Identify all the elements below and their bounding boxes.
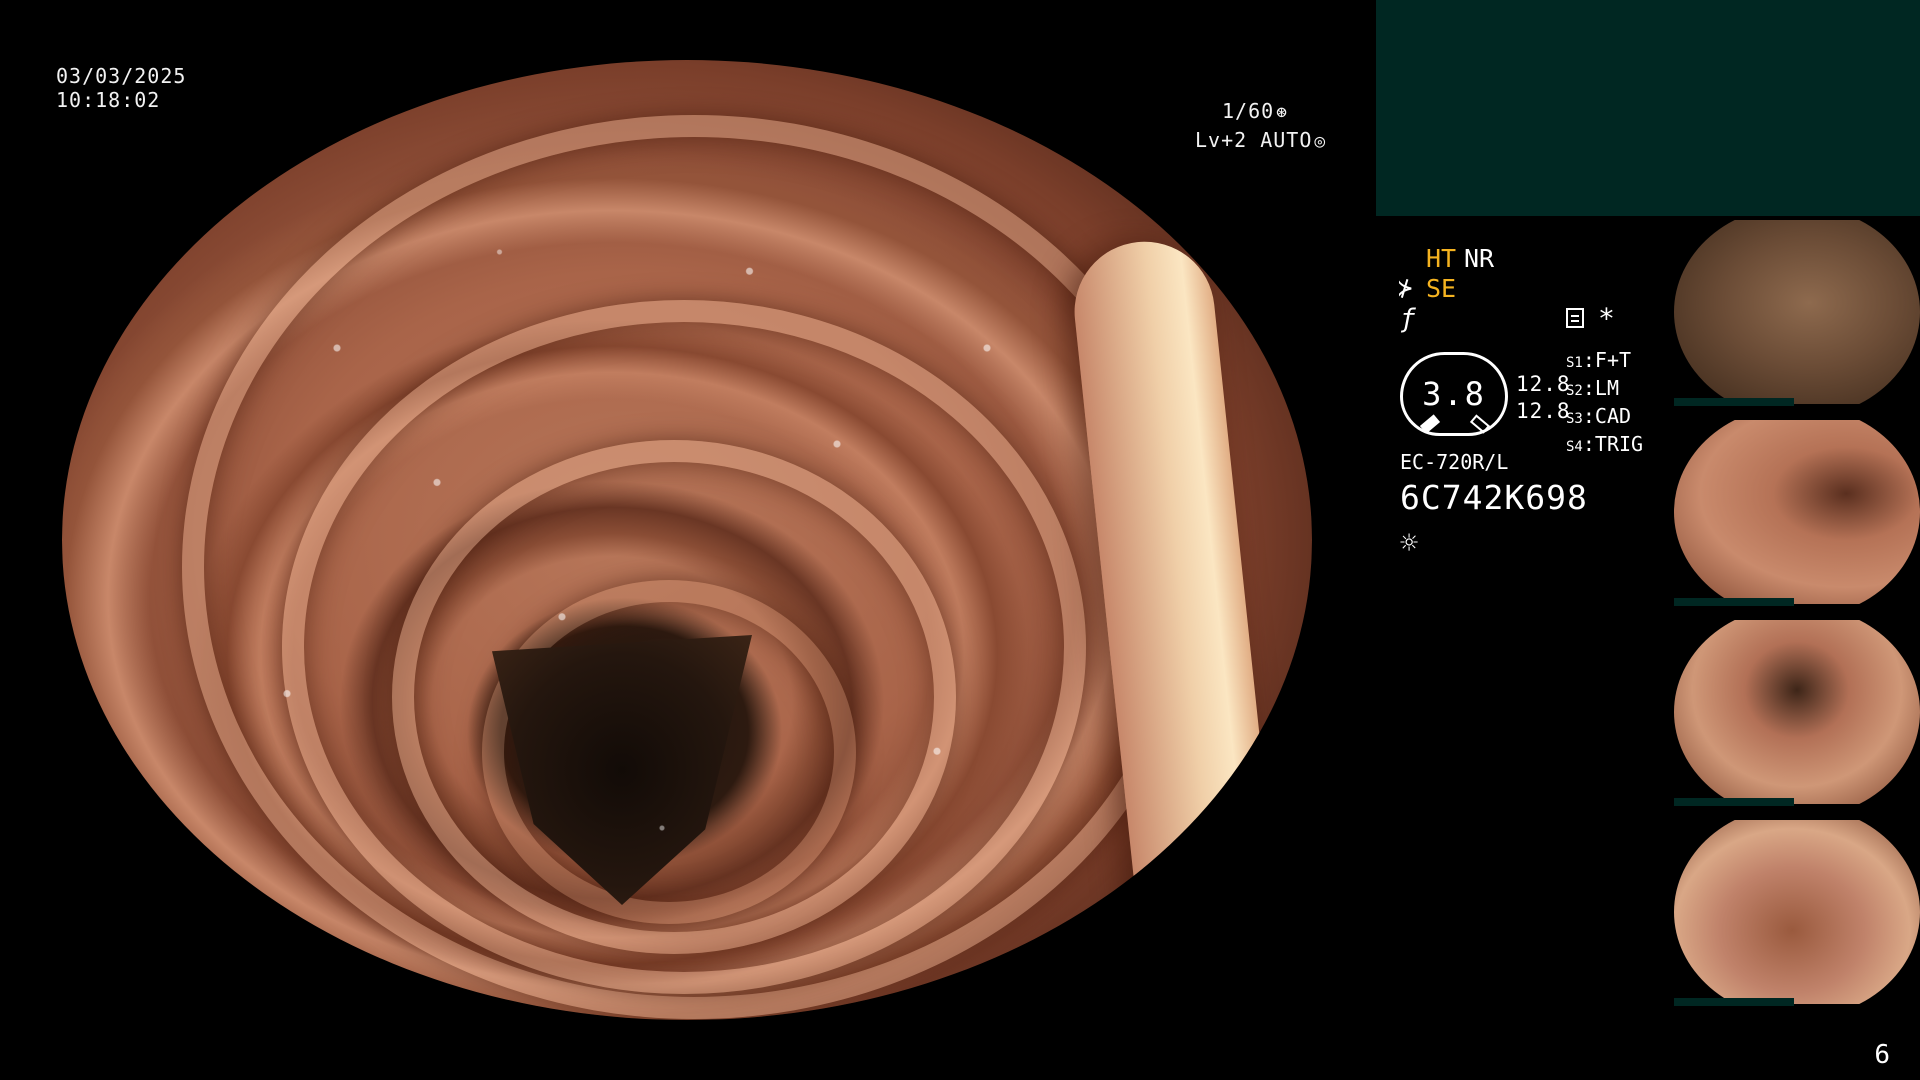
- specular-highlights: [62, 60, 1312, 1020]
- memo-icon: [1566, 308, 1584, 328]
- thumbnail-image: [1674, 620, 1920, 804]
- scope-icon: ⊁: [1398, 274, 1413, 302]
- thumbnail-image: [1674, 420, 1920, 604]
- iris-icon: ◎: [1314, 131, 1327, 152]
- dial-notch-icon: [1419, 414, 1441, 434]
- scope-serial: 6C742K698: [1400, 478, 1588, 517]
- thumbnail-caption: [1674, 398, 1794, 406]
- dial-notch-icon: [1469, 414, 1491, 434]
- light-source-icon: ☼: [1400, 526, 1419, 561]
- settings-panel: HT NR ⊁ SE ƒ * 3.8 12.8 12.8 S1:F+T S2:L…: [1376, 216, 1664, 916]
- top-info-panel: [1376, 0, 1920, 216]
- brightness-level: Lv+2 AUTO: [1195, 128, 1313, 152]
- shutter-speed: 1/60: [1222, 99, 1275, 123]
- se-indicator: SE: [1426, 274, 1457, 303]
- switch-s3: S3:CAD: [1566, 404, 1632, 428]
- value-readout-1: 12.8: [1516, 372, 1571, 396]
- thumbnail-image: [1674, 820, 1920, 1004]
- switch-s1: S1:F+T: [1566, 348, 1632, 372]
- switch-assignments: S1:F+T S2:LM S3:CAD S4:TRIG: [1566, 348, 1643, 460]
- thumbnail-caption: [1674, 598, 1794, 606]
- function-icon: ƒ: [1400, 304, 1416, 334]
- thumbnail-image: [1674, 220, 1920, 404]
- switch-s4: S4:TRIG: [1566, 432, 1644, 456]
- zoom-value: 3.8: [1422, 375, 1486, 413]
- thumbnail[interactable]: [1670, 216, 1920, 408]
- endoscope-live-image: [62, 60, 1312, 1020]
- ht-indicator: HT: [1426, 244, 1457, 273]
- value-readout-2: 12.8: [1516, 399, 1571, 423]
- thumbnail-caption: [1674, 998, 1794, 1006]
- zoom-dial: 3.8: [1400, 352, 1508, 436]
- capture-thumbnails: [1670, 216, 1920, 1016]
- osd-time: 10:18:02: [56, 88, 161, 112]
- osd-level: Lv+2 AUTO ◎: [1195, 128, 1326, 154]
- osd-date: 03/03/2025: [56, 64, 187, 88]
- thumbnail[interactable]: [1670, 616, 1920, 808]
- switch-s2: S2:LM: [1566, 376, 1619, 400]
- page-number: 6: [1874, 1040, 1890, 1070]
- nr-indicator: NR: [1464, 244, 1495, 273]
- osd-shutter: 1/60 ⊛: [1222, 99, 1288, 125]
- shutter-icon: ⊛: [1276, 102, 1289, 123]
- thumbnail[interactable]: [1670, 816, 1920, 1008]
- thumbnail-caption: [1674, 798, 1794, 806]
- scope-model: EC-720R/L: [1400, 450, 1509, 474]
- asterisk-icon: *: [1598, 302, 1615, 335]
- thumbnail[interactable]: [1670, 416, 1920, 608]
